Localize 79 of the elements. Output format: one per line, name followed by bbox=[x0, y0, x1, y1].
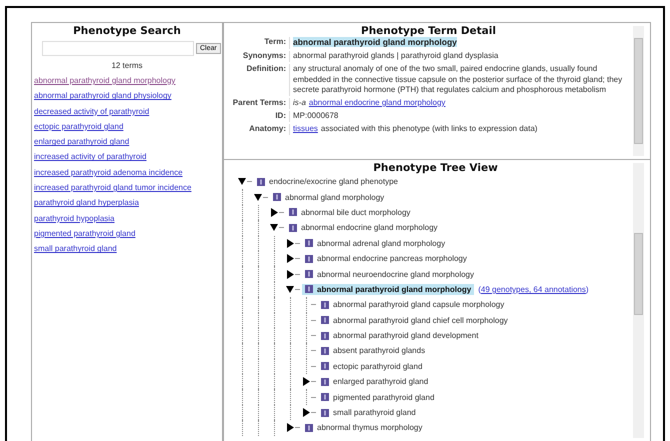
tree-node-label[interactable]: enlarged parathyroid gland bbox=[333, 377, 428, 386]
result-link[interactable]: increased parathyroid gland tumor incidence bbox=[34, 180, 220, 196]
panel-title: Phenotype Term Detail bbox=[360, 24, 497, 37]
info-icon[interactable] bbox=[321, 362, 329, 370]
field-label: Anatomy: bbox=[224, 124, 290, 134]
tree-node-label[interactable]: endocrine/exocrine gland phenotype bbox=[269, 177, 398, 186]
result-link[interactable]: decreased activity of parathyroid bbox=[34, 104, 220, 119]
panel-title: Phenotype Tree View bbox=[372, 161, 499, 174]
scrollbar[interactable] bbox=[633, 26, 644, 156]
tree-node-label[interactable]: abnormal endocrine gland morphology bbox=[301, 223, 438, 232]
expander-icon[interactable] bbox=[286, 284, 295, 294]
info-icon[interactable] bbox=[305, 254, 313, 263]
tree-node-label[interactable]: ectopic parathyroid gland bbox=[333, 362, 422, 371]
tree-node-label[interactable]: abnormal gland morphology bbox=[285, 192, 384, 202]
info-icon[interactable] bbox=[321, 332, 329, 340]
result-link[interactable]: parathyroid gland hyperplasia bbox=[34, 195, 220, 211]
field-label: Synonyms: bbox=[224, 51, 290, 62]
parenthesis: ) bbox=[586, 284, 589, 294]
field-value: MP:0000678 bbox=[293, 111, 338, 120]
expander-icon[interactable] bbox=[286, 423, 295, 432]
expander-icon[interactable] bbox=[302, 408, 311, 418]
field-value: associated with this phenotype (with links to expression data) bbox=[320, 124, 538, 133]
field-label: Term: bbox=[224, 37, 290, 48]
info-icon[interactable] bbox=[321, 300, 329, 309]
field-value: abnormal parathyroid glands | parathyroid gland dysplasia bbox=[293, 51, 498, 60]
field-label: Definition: bbox=[224, 64, 290, 96]
tree-node-label[interactable]: abnormal bile duct morphology bbox=[301, 208, 410, 217]
parent-term-link[interactable]: abnormal endocrine gland morphology bbox=[308, 98, 446, 107]
tree-node-label[interactable]: pigmented parathyroid gland bbox=[333, 392, 434, 402]
panel-title: Phenotype Search bbox=[72, 24, 182, 37]
expander-icon[interactable] bbox=[270, 208, 279, 217]
expander-icon[interactable] bbox=[286, 254, 295, 264]
expander-icon[interactable] bbox=[270, 223, 279, 232]
info-icon[interactable] bbox=[289, 224, 297, 232]
tree-node-label[interactable]: abnormal adrenal gland morphology bbox=[317, 238, 446, 248]
info-icon[interactable] bbox=[321, 393, 329, 402]
result-link[interactable]: small parathyroid gland bbox=[34, 241, 220, 257]
expander-icon[interactable] bbox=[238, 177, 247, 186]
result-link[interactable]: abnormal parathyroid gland physiology bbox=[34, 88, 220, 104]
expander-icon[interactable] bbox=[254, 192, 263, 202]
info-icon[interactable] bbox=[289, 208, 297, 216]
info-icon[interactable] bbox=[257, 178, 265, 186]
info-icon[interactable] bbox=[305, 239, 313, 248]
parenthesis: ( bbox=[478, 284, 481, 294]
search-field[interactable] bbox=[42, 41, 194, 56]
term-name: abnormal parathyroid gland morphology bbox=[293, 37, 457, 47]
field-label: ID: bbox=[224, 111, 290, 122]
result-link[interactable]: parathyroid hypoplasia bbox=[34, 210, 220, 226]
tree-node-label[interactable]: abnormal thymus morphology bbox=[317, 423, 422, 432]
info-icon[interactable] bbox=[321, 346, 329, 355]
info-icon[interactable] bbox=[321, 408, 329, 417]
tree-node-label[interactable]: absent parathyroid glands bbox=[333, 346, 426, 356]
tree-node-label[interactable]: small parathyroid gland bbox=[333, 408, 416, 418]
result-link[interactable]: pigmented parathyroid gland bbox=[34, 226, 220, 242]
result-link[interactable]: abnormal parathyroid gland morphology bbox=[34, 73, 220, 88]
tree-node-label[interactable]: abnormal parathyroid gland chief cell morphology bbox=[333, 316, 508, 325]
relation-label: is-a bbox=[293, 98, 306, 107]
info-icon[interactable] bbox=[305, 270, 313, 278]
info-icon[interactable] bbox=[321, 316, 329, 324]
info-icon[interactable] bbox=[305, 285, 313, 294]
expander-icon[interactable] bbox=[286, 238, 295, 248]
scrollbar[interactable] bbox=[633, 163, 644, 438]
result-link[interactable]: enlarged parathyroid gland bbox=[34, 134, 220, 150]
tree-node-label[interactable]: abnormal parathyroid gland development bbox=[333, 331, 478, 340]
info-icon[interactable] bbox=[273, 193, 281, 202]
tissues-link[interactable]: tissues bbox=[293, 124, 318, 133]
result-count: 12 terms bbox=[110, 61, 144, 70]
annotations-link[interactable]: 49 genotypes, 64 annotations bbox=[480, 284, 586, 294]
field-label: Parent Terms: bbox=[224, 98, 290, 108]
tree-node-label[interactable]: abnormal parathyroid gland capsule morphology bbox=[333, 300, 504, 310]
result-link[interactable]: ectopic parathyroid gland bbox=[34, 118, 220, 134]
tree-node-label[interactable]: abnormal endocrine pancreas morphology bbox=[317, 254, 467, 264]
result-link[interactable]: increased activity of parathyroid bbox=[34, 149, 220, 165]
info-icon[interactable] bbox=[305, 424, 313, 432]
expander-icon[interactable] bbox=[286, 270, 295, 279]
info-icon[interactable] bbox=[321, 378, 329, 386]
result-link[interactable]: increased parathyroid adenoma incidence bbox=[34, 164, 220, 180]
tree-node-label[interactable]: abnormal neuroendocrine gland morphology bbox=[317, 270, 474, 279]
expander-icon[interactable] bbox=[302, 377, 311, 386]
